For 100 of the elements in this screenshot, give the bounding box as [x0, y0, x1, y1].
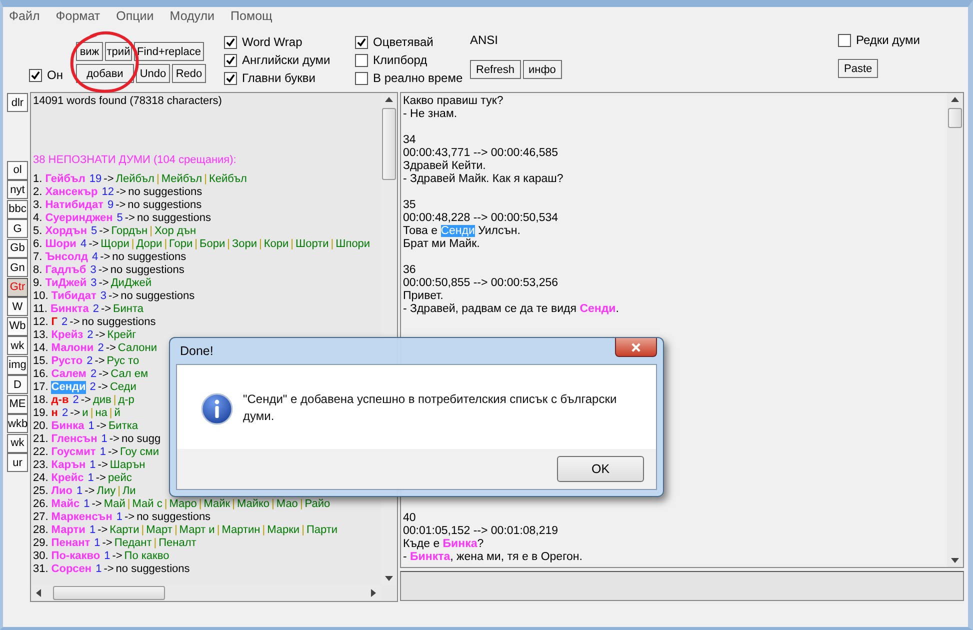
side-button[interactable]: Wb — [7, 316, 28, 336]
unknown-word[interactable]: Карън — [51, 459, 86, 472]
suggestion[interactable]: ДиДжей — [110, 277, 152, 290]
suggestion[interactable]: Рус то — [106, 355, 140, 368]
unknown-word[interactable]: Хансекър — [45, 186, 98, 199]
suggestion[interactable]: Зори — [232, 238, 258, 251]
suggestion[interactable]: Щори — [100, 238, 130, 251]
toolbar-button[interactable]: инфо — [522, 60, 562, 79]
toolbar-button[interactable]: трий — [105, 42, 132, 61]
unknown-word[interactable]: Сенди — [51, 381, 86, 394]
unknown-word[interactable]: Тибидат — [51, 290, 96, 303]
suggestion[interactable]: По какво — [124, 550, 170, 563]
unknown-word[interactable]: Гейбъл — [45, 173, 86, 186]
unknown-word[interactable]: Пенант — [51, 537, 90, 550]
checkbox[interactable] — [838, 34, 851, 46]
unknown-word[interactable]: Хордън — [45, 225, 88, 238]
unknown-word[interactable]: Марти — [51, 524, 86, 537]
side-button[interactable]: G — [7, 219, 28, 238]
paste-button[interactable]: Paste — [838, 59, 878, 78]
suggestion[interactable]: Март — [146, 524, 172, 537]
menu-item[interactable]: Модули — [170, 9, 215, 23]
suggestion[interactable]: Сал ем — [110, 368, 148, 381]
side-button[interactable]: ur — [7, 453, 28, 472]
toolbar-button[interactable]: Find+replace — [134, 42, 204, 61]
suggestion[interactable]: Бинта — [113, 303, 144, 316]
left-arrow-icon[interactable] — [36, 589, 41, 597]
unknown-word[interactable]: Гленсън — [51, 433, 98, 446]
suggestion[interactable]: Седи — [110, 381, 136, 394]
close-button[interactable] — [615, 338, 657, 357]
suggestion[interactable]: Гоу сми — [120, 446, 160, 459]
side-button[interactable]: wk — [7, 434, 28, 452]
suggestion[interactable]: Битка — [108, 420, 138, 433]
unknown-word[interactable]: Бинкта — [50, 303, 89, 316]
checkbox[interactable] — [355, 54, 368, 66]
unknown-word[interactable]: Крейс — [51, 472, 84, 485]
suggestion[interactable]: Пеналт — [158, 537, 196, 550]
side-button[interactable]: wk — [7, 336, 28, 355]
unknown-word[interactable]: Малони — [51, 342, 94, 355]
suggestion[interactable]: Кейбъл — [208, 173, 247, 186]
side-button[interactable]: Gtr — [7, 278, 28, 296]
toolbar-button[interactable]: Undo — [136, 64, 170, 83]
unknown-word[interactable]: Крейз — [51, 329, 84, 342]
side-button[interactable]: Gn — [7, 258, 28, 277]
suggestion[interactable]: Ли — [122, 485, 136, 498]
suggestion[interactable]: Майко — [236, 498, 270, 511]
suggestion[interactable]: Май — [104, 498, 126, 511]
unknown-word[interactable]: Суеринджен — [45, 212, 113, 225]
suggestion[interactable]: Маро — [169, 498, 197, 511]
unknown-word[interactable]: Натибидат — [45, 199, 104, 212]
toolbar-button[interactable]: виж — [76, 42, 103, 61]
side-button[interactable]: ol — [7, 160, 28, 180]
side-button[interactable]: D — [7, 375, 28, 394]
suggestion[interactable]: Мартин — [222, 524, 260, 537]
suggestion[interactable]: Лейбъл — [116, 173, 154, 186]
side-button[interactable]: nyt — [7, 180, 28, 199]
checkbox[interactable] — [355, 72, 368, 84]
suggestion[interactable]: Дори — [136, 238, 162, 251]
side-button[interactable]: W — [7, 297, 28, 316]
suggestion[interactable]: Педант — [114, 537, 152, 550]
checkbox[interactable] — [224, 72, 237, 84]
side-button[interactable]: dlr — [7, 93, 28, 112]
side-button[interactable]: img — [7, 356, 28, 374]
suggestion[interactable]: Лиу — [96, 485, 116, 498]
suggestion[interactable]: на — [95, 407, 108, 420]
ok-button[interactable]: OK — [557, 456, 644, 482]
unknown-word[interactable]: д-в — [51, 394, 69, 407]
vertical-scrollbar[interactable] — [947, 93, 963, 567]
suggestion[interactable]: Бори — [200, 238, 226, 251]
suggestion[interactable]: Гори — [169, 238, 193, 251]
suggestion[interactable]: Крейг — [107, 329, 136, 342]
suggestion[interactable]: Райо — [304, 498, 330, 511]
up-arrow-icon[interactable] — [385, 97, 393, 102]
unknown-word[interactable]: Сорсен — [51, 563, 92, 576]
suggestion[interactable]: Парти — [306, 524, 338, 537]
suggestion[interactable]: Кори — [264, 238, 289, 251]
scrollbar-thumb[interactable] — [53, 586, 165, 600]
suggestion[interactable]: Майк — [204, 498, 230, 511]
unknown-word[interactable]: Гоусмит — [51, 446, 96, 459]
down-arrow-icon[interactable] — [951, 558, 959, 563]
unknown-word[interactable]: н — [51, 407, 58, 420]
unknown-word[interactable]: Бинка — [51, 420, 84, 433]
suggestion[interactable]: Шпори — [336, 238, 370, 251]
suggestion[interactable]: Шорти — [296, 238, 329, 251]
unknown-word[interactable]: Майс — [51, 498, 80, 511]
side-button[interactable]: bbc — [7, 200, 28, 218]
unknown-word[interactable]: Гадлъб — [45, 264, 86, 277]
suggestion[interactable]: д-р — [118, 394, 134, 407]
suggestion[interactable]: и — [82, 407, 88, 420]
input-field[interactable] — [400, 571, 964, 601]
unknown-word[interactable]: Лио — [51, 485, 72, 498]
suggestion[interactable]: Марки — [267, 524, 300, 537]
suggestion[interactable]: Март и — [179, 524, 215, 537]
scrollbar-thumb[interactable] — [382, 108, 396, 180]
checkbox[interactable] — [224, 54, 237, 66]
scrollbar-thumb[interactable] — [948, 108, 962, 128]
side-button[interactable]: Gb — [7, 238, 28, 258]
side-button[interactable]: ME — [7, 394, 28, 414]
unknown-word[interactable]: Ънсолд — [45, 251, 88, 264]
unknown-word[interactable]: ТиДжей — [45, 277, 87, 290]
unknown-word[interactable]: Русто — [51, 355, 83, 368]
